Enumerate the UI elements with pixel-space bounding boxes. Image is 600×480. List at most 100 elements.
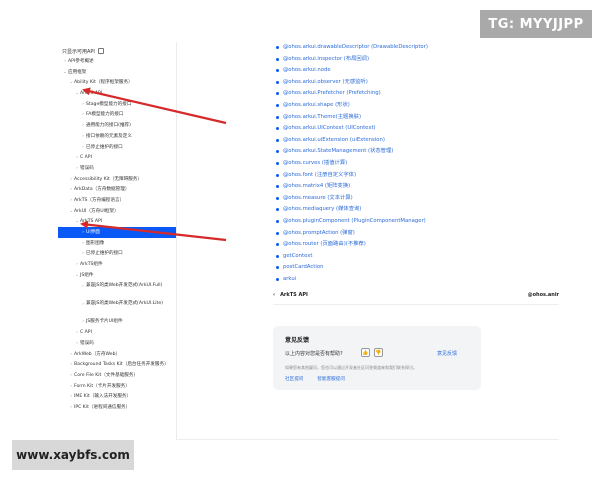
bullet-icon — [276, 150, 279, 154]
sidebar-item[interactable]: › 接口依赖的元素及定义 — [58, 131, 176, 142]
api-link-label: @ohos.promptAction (弹窗) — [283, 229, 355, 236]
sidebar-item[interactable]: › JS服务卡片UI组件 — [58, 316, 176, 327]
api-link-label: @ohos.arkui.StateManagement (状态管理) — [283, 148, 394, 155]
sidebar-item-label: 兼容JS的类Web开发范式(ArkUI.Lite) — [86, 301, 163, 307]
api-link[interactable]: @ohos.matrix4 (矩阵变换) — [275, 181, 428, 193]
sidebar-item[interactable]: › FA模型能力的接口 — [58, 109, 176, 120]
sidebar-item[interactable]: › ArkTS（方舟编程语言） — [58, 195, 176, 206]
sidebar-item[interactable]: › UI界面 — [58, 227, 176, 238]
api-link[interactable]: @ohos.arkui.observer (无感监听) — [275, 77, 428, 89]
api-link-label: @ohos.arkui.UIContext (UIContext) — [283, 125, 376, 132]
sidebar-item[interactable]: › 兼容JS的类Web开发范式(ArkUI.Lite) — [58, 298, 176, 316]
sidebar-item[interactable]: › Stage模型能力的接口 — [58, 99, 176, 110]
api-link[interactable]: @ohos.arkui.Theme(主题换肤) — [275, 112, 428, 124]
api-link-list: @ohos.arkui.drawableDescriptor (Drawable… — [275, 42, 428, 285]
feedback-card: 意见反馈 以上内容对您是否有帮助? 👍 👎 意见反馈 如果您有其他疑问，您也可以… — [273, 326, 481, 390]
sidebar-item[interactable]: › C API — [58, 327, 176, 338]
thumb-down-icon[interactable]: 👎 — [374, 348, 383, 357]
api-link[interactable]: @ohos.arkui.node — [275, 65, 428, 77]
sidebar-item[interactable]: ⌄ArkUI（方舟UI框架） — [58, 206, 176, 217]
api-link[interactable]: @ohos.arkui.inspector (布局回调) — [275, 54, 428, 66]
api-link[interactable]: @ohos.curves (插值计算) — [275, 158, 428, 170]
sidebar-item[interactable]: ⌄ArkTS API — [58, 88, 176, 99]
api-link-label: @ohos.matrix4 (矩阵变换) — [283, 183, 351, 190]
sidebar-item[interactable]: › IME Kit（输入法开发服务） — [58, 391, 176, 402]
sidebar-item[interactable]: › 图形图像 — [58, 238, 176, 249]
api-link[interactable]: @ohos.pluginComponent (PluginComponentMa… — [275, 216, 428, 228]
api-filter[interactable]: 只显示可用API — [62, 46, 104, 56]
sidebar-item-label: Ability Kit（程序框架服务） — [74, 80, 133, 86]
sidebar-item[interactable]: › IPC Kit（进程间通信服务） — [58, 402, 176, 413]
api-link[interactable]: @ohos.arkui.StateManagement (状态管理) — [275, 146, 428, 158]
api-filter-checkbox[interactable] — [97, 48, 104, 54]
api-link[interactable]: @ohos.font (注册自定义字体) — [275, 170, 428, 182]
bullet-icon — [276, 161, 279, 165]
pager-divider — [273, 304, 559, 305]
prev-page-label: ArkTS API — [280, 292, 308, 298]
sidebar-item[interactable]: › Form Kit（卡片开发服务） — [58, 381, 176, 392]
api-link[interactable]: @ohos.measure (文本计算) — [275, 193, 428, 205]
api-link[interactable]: @ohos.arkui.uiExtension (uiExtension) — [275, 135, 428, 147]
api-link[interactable]: @ohos.mediaquery (媒体查询) — [275, 204, 428, 216]
watermark-top: TG: MYYJJPP — [480, 10, 592, 38]
sidebar-item[interactable]: › 兼容JS的类Web开发范式(ArkUI.Full) — [58, 280, 176, 298]
prev-page-link[interactable]: ‹ ArkTS API — [273, 292, 308, 298]
sidebar-item[interactable]: ⌄Ability Kit（程序框架服务） — [58, 77, 176, 88]
sidebar-item[interactable]: › Background Tasks Kit（后台任务开发服务） — [58, 359, 176, 370]
sidebar-item[interactable]: ⌄应用框架 — [58, 67, 176, 78]
api-link[interactable]: arkui — [275, 274, 428, 286]
api-link[interactable]: @ohos.arkui.Prefetcher (Prefetching) — [275, 88, 428, 100]
feedback-title: 意见反馈 — [285, 337, 310, 344]
feedback-suggest-link[interactable]: 意见反馈 — [437, 350, 457, 357]
next-page-link[interactable]: @ohos.anir — [528, 292, 559, 298]
api-link-label: @ohos.arkui.observer (无感监听) — [283, 78, 368, 85]
sidebar-item[interactable]: › 错误码 — [58, 338, 176, 349]
sidebar-item-label: IPC Kit（进程间通信服务） — [74, 404, 131, 410]
bullet-icon — [276, 173, 279, 177]
bullet-icon — [276, 196, 279, 200]
sidebar-item-label: ArkTS API — [80, 219, 103, 225]
sidebar-item-label: ArkData（方舟数据管理） — [74, 187, 130, 193]
sidebar-item-label: ArkTS组件 — [80, 262, 103, 268]
api-link[interactable]: getContext — [275, 251, 428, 263]
sidebar-item[interactable]: ⌄ArkTS API — [58, 216, 176, 227]
sidebar-item[interactable]: ⌄JS组件 — [58, 270, 176, 281]
api-link[interactable]: @ohos.promptAction (弹窗) — [275, 228, 428, 240]
sidebar-item[interactable]: › 已停止维护的接口 — [58, 248, 176, 259]
bullet-icon — [276, 208, 279, 212]
sidebar-item-label: Accessibility Kit（无障碍服务） — [74, 176, 142, 182]
sidebar-item[interactable]: › C API — [58, 152, 176, 163]
community-question-link[interactable]: 社区提问 — [285, 376, 303, 382]
api-link[interactable]: postCardAction — [275, 262, 428, 274]
sidebar-item[interactable]: › 错误码 — [58, 163, 176, 174]
sidebar: 只显示可用API › API参考概述 ⌄应用框架 ⌄Ability Kit（程序框架服… — [58, 42, 176, 440]
api-link-label: @ohos.router (页面路由)(不推荐) — [283, 241, 366, 248]
sidebar-item-label: ArkUI（方舟UI框架） — [74, 208, 119, 214]
sidebar-item[interactable]: › 已停止维护的接口 — [58, 142, 176, 153]
smart-service-link[interactable]: 智能客服提问 — [317, 376, 345, 382]
api-link[interactable]: @ohos.arkui.shape (形状) — [275, 100, 428, 112]
bullet-icon — [276, 138, 279, 142]
sidebar-item[interactable]: › 通用能力的接口(推荐) — [58, 120, 176, 131]
api-link-label: postCardAction — [283, 264, 324, 271]
sidebar-item-label: 已停止维护的接口 — [86, 144, 123, 150]
sidebar-item-label: 已停止维护的接口 — [86, 251, 123, 257]
api-link[interactable]: @ohos.arkui.UIContext (UIContext) — [275, 123, 428, 135]
bullet-icon — [276, 57, 279, 61]
sidebar-item[interactable]: › API参考概述 — [58, 56, 176, 67]
bullet-icon — [276, 219, 279, 223]
watermark-bottom: www.xaybfs.com — [12, 440, 134, 470]
sidebar-item[interactable]: › Accessibility Kit（无障碍服务） — [58, 174, 176, 185]
sidebar-item[interactable]: › ArkTS组件 — [58, 259, 176, 270]
sidebar-item[interactable]: › ArkWeb（方舟Web） — [58, 349, 176, 360]
api-link[interactable]: @ohos.router (页面路由)(不推荐) — [275, 239, 428, 251]
api-link[interactable]: @ohos.arkui.drawableDescriptor (Drawable… — [275, 42, 428, 54]
sidebar-item-label: Form Kit（卡片开发服务） — [74, 383, 130, 389]
feedback-thumbs: 👍 👎 — [361, 348, 383, 357]
api-link-label: @ohos.measure (文本计算) — [283, 194, 353, 201]
sidebar-item[interactable]: › ArkData（方舟数据管理） — [58, 184, 176, 195]
bullet-icon — [276, 127, 279, 131]
sidebar-item-label: Background Tasks Kit（后台任务开发服务） — [74, 362, 169, 368]
thumb-up-icon[interactable]: 👍 — [361, 348, 370, 357]
sidebar-item[interactable]: › Core File Kit（文件基础服务） — [58, 370, 176, 381]
